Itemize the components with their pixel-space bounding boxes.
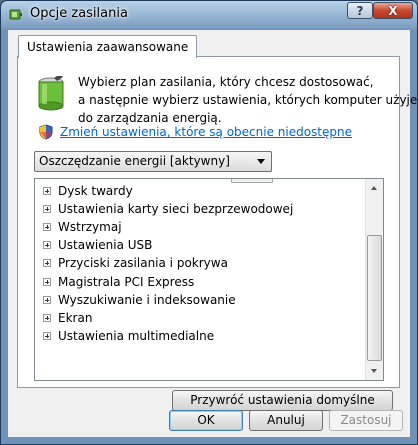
tree-item-label: Magistrala PCI Express xyxy=(58,274,195,289)
chevron-down-icon xyxy=(257,159,265,164)
tree-item[interactable]: Dysk twardy xyxy=(43,182,133,200)
expand-plus-icon[interactable] xyxy=(43,187,51,195)
tree-edge-stub xyxy=(231,179,273,183)
ok-button[interactable]: OK xyxy=(169,410,243,431)
scroll-down-button[interactable] xyxy=(367,364,382,379)
dialog-client-area: Ustawienia zaawansowane Wybierz plan zas… xyxy=(7,29,418,438)
expand-plus-icon[interactable] xyxy=(43,241,51,250)
tree-item-label: Ustawienia karty sieci bezprzewodowej xyxy=(58,202,294,217)
tree-item[interactable]: Wyszukiwanie i indeksowanie xyxy=(43,291,236,309)
close-button[interactable]: X xyxy=(373,2,413,19)
tree-item-label: Przyciski zasilania i pokrywa xyxy=(58,256,228,271)
expand-plus-icon[interactable] xyxy=(43,223,51,232)
expand-plus-icon[interactable] xyxy=(43,313,51,322)
description-line-1: Wybierz plan zasilania, który chcesz dos… xyxy=(78,75,374,89)
tree-item-label: Ustawienia USB xyxy=(58,238,153,253)
tree-item[interactable]: Magistrala PCI Express xyxy=(43,273,194,291)
power-plug-icon xyxy=(9,9,22,20)
tree-item[interactable]: Ustawienia USB xyxy=(43,236,152,254)
expand-plus-icon[interactable] xyxy=(43,259,51,268)
description-line-2: a następnie wybierz ustawienia, których … xyxy=(78,93,418,107)
tree-item[interactable]: Wstrzymaj xyxy=(43,218,122,236)
tree-item[interactable]: Ekran xyxy=(43,309,92,327)
battery-icon xyxy=(38,76,64,111)
tree-item[interactable]: Ustawienia karty sieci bezprzewodowej xyxy=(43,200,293,218)
power-plan-value: Oszczędzanie energii [aktywny] xyxy=(39,154,230,168)
scroll-up-button[interactable] xyxy=(367,180,382,195)
arrow-down-icon xyxy=(371,369,377,373)
help-button[interactable]: ? xyxy=(347,2,373,19)
tree-item-label: Wstrzymaj xyxy=(58,220,122,235)
apply-button[interactable]: Zastosuj xyxy=(329,410,403,431)
expand-plus-icon[interactable] xyxy=(43,295,51,304)
tree-item-label: Ekran xyxy=(58,310,93,325)
window-title: Opcje zasilania xyxy=(30,6,128,21)
power-options-window: Opcje zasilania ? X Ustawienia zaawansow… xyxy=(0,0,418,445)
expand-plus-icon[interactable] xyxy=(43,331,51,340)
restore-defaults-button[interactable]: Przywróć ustawienia domyślne planu xyxy=(172,390,393,426)
power-plan-select[interactable]: Oszczędzanie energii [aktywny] xyxy=(34,151,272,172)
description-text: Wybierz plan zasilania, który chcesz dos… xyxy=(78,73,418,127)
change-unavailable-settings-link[interactable]: Zmień ustawienia, które są obecnie niedo… xyxy=(60,125,352,139)
tree-item[interactable]: Ustawienia multimedialne xyxy=(43,327,214,345)
vertical-scrollbar[interactable] xyxy=(365,179,383,380)
tab-panel: Wybierz plan zasilania, który chcesz dos… xyxy=(17,56,418,426)
tree-item-label: Dysk twardy xyxy=(58,184,133,198)
expand-plus-icon[interactable] xyxy=(43,277,51,286)
expand-plus-icon[interactable] xyxy=(43,205,51,214)
settings-tree[interactable]: Dysk twardy Ustawienia karty sieci bezprz… xyxy=(34,178,384,381)
tab-advanced-settings[interactable]: Ustawienia zaawansowane xyxy=(18,35,198,58)
tree-item-label: Wyszukiwanie i indeksowanie xyxy=(58,292,236,307)
arrow-up-icon xyxy=(371,186,377,190)
cancel-button[interactable]: Anuluj xyxy=(249,410,323,431)
tree-item-label: Ustawienia multimedialne xyxy=(58,328,215,343)
uac-shield-icon xyxy=(39,124,53,140)
scroll-thumb[interactable] xyxy=(367,235,382,361)
tree-item[interactable]: Przyciski zasilania i pokrywa xyxy=(43,254,228,272)
title-bar[interactable]: Opcje zasilania ? X xyxy=(1,1,417,29)
